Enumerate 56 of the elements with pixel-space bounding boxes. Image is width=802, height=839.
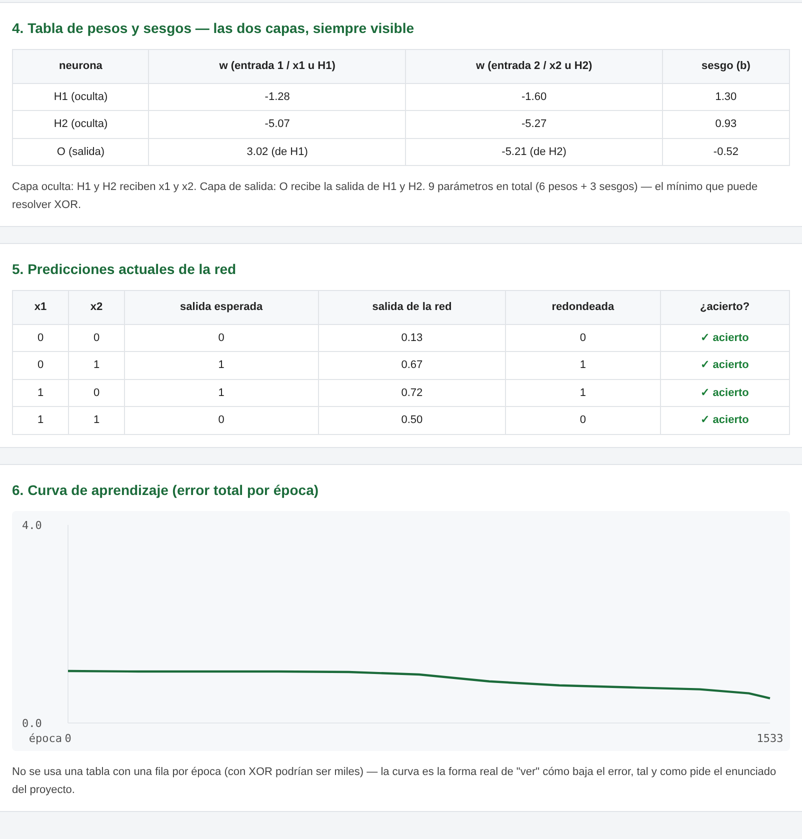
section-title: 6. Curva de aprendizaje (error total por época) — [12, 480, 320, 498]
result-cell: ✓ acierto — [660, 379, 790, 406]
table-cell: O (salida) — [12, 138, 149, 166]
column-header: x1 — [12, 290, 68, 324]
column-header: neurona — [12, 50, 149, 83]
table-cell: -1.28 — [148, 83, 406, 110]
result-cell: ✓ acierto — [660, 352, 790, 379]
column-header: w (entrada 1 / x1 u H1) — [148, 50, 406, 83]
table-cell: 0 — [12, 352, 68, 379]
column-header: ¿acierto? — [660, 290, 790, 324]
table-cell: 0 — [68, 324, 124, 352]
table-cell: 1 — [12, 379, 68, 406]
column-header: redondeada — [506, 290, 660, 324]
section-title: 5. Predicciones actuales de la red — [12, 260, 238, 278]
x-tick-label: 1533 — [756, 732, 784, 744]
table-cell: 1 — [124, 352, 318, 379]
table-cell: 3.02 (de H1) — [148, 138, 406, 166]
section-note: No se usa una tabla con una fila por época (con XOR podrían ser miles) — la curva es la forma real de "ver" cómo baja el error, tal y como pide el enunciado del proyecto. — [12, 764, 778, 798]
table-cell: 1 — [12, 406, 68, 434]
x-tick-label: 0 — [64, 732, 72, 744]
result-cell: ✓ acierto — [660, 324, 790, 352]
table-cell: 0 — [506, 406, 660, 434]
table-cell: 0.93 — [662, 110, 790, 138]
table-cell: 1 — [124, 379, 318, 406]
table-cell: 0 — [68, 379, 124, 406]
table-cell: 0 — [506, 324, 660, 352]
table-cell: 1 — [68, 406, 124, 434]
table-cell: -5.27 — [406, 110, 662, 138]
table-cell: 1 — [68, 352, 124, 379]
result-cell: ✓ acierto — [660, 406, 790, 434]
table-cell: 0.72 — [318, 379, 506, 406]
table-cell: 1 — [506, 379, 660, 406]
column-header: sesgo (b) — [662, 50, 790, 83]
table-cell: 0 — [12, 324, 68, 352]
table-cell: 0 — [124, 324, 318, 352]
x-axis-label: época — [28, 732, 62, 744]
column-header: salida esperada — [124, 290, 318, 324]
column-header: w (entrada 2 / x2 u H2) — [406, 50, 662, 83]
table-cell: 0.50 — [318, 406, 506, 434]
table-cell: 0.67 — [318, 352, 506, 379]
table-cell: -5.07 — [148, 110, 406, 138]
column-header: salida de la red — [318, 290, 506, 324]
table-cell: 0.13 — [318, 324, 506, 352]
table-cell: H2 (oculta) — [12, 110, 149, 138]
table-cell: H1 (oculta) — [12, 83, 149, 110]
section-note: Capa oculta: H1 y H2 reciben x1 y x2. Capa de salida: O recibe la salida de H1 y H2. 9 parámetros en total (6 pesos + 3 sesgos) — el mínimo que puede resolver XOR. — [12, 180, 759, 213]
y-tick-label: 4.0 — [22, 518, 42, 532]
table-cell: -5.21 (de H2) — [406, 138, 662, 166]
section-title: 4. Tabla de pesos y sesgos — las dos capas, siempre visible — [12, 19, 416, 37]
table-cell: 1.30 — [662, 83, 790, 110]
table-cell: -0.52 — [662, 138, 790, 166]
y-tick-label: 0.0 — [22, 716, 42, 730]
table-cell: -1.60 — [406, 83, 662, 110]
column-header: x2 — [68, 290, 124, 324]
table-cell: 1 — [506, 352, 660, 379]
table-cell: 0 — [124, 406, 318, 434]
